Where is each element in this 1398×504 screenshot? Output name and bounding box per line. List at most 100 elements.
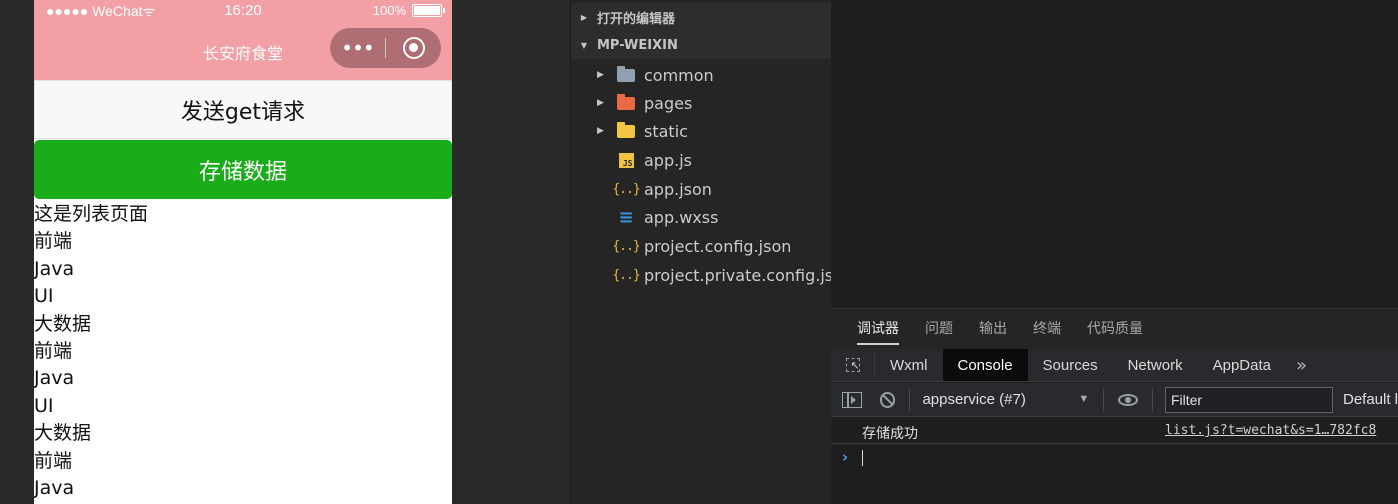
battery-icon — [412, 4, 445, 17]
tab-output[interactable]: 输出 — [979, 309, 1007, 349]
log-levels-dropdown[interactable]: Default l — [1343, 391, 1398, 408]
console-prompt[interactable]: › — [831, 445, 1398, 471]
tab-terminal[interactable]: 终端 — [1033, 309, 1061, 349]
course-list: 这是列表页面 前端 Java UI 大数据 前端 Java UI 大数据 前端 … — [34, 201, 452, 502]
js-file-icon: JS — [616, 151, 636, 169]
store-data-button[interactable]: 存储数据 — [34, 140, 452, 199]
status-bar: ●●●●● WeChatᯤ 16:20 100% — [34, 0, 452, 22]
clear-console-icon[interactable] — [879, 391, 896, 408]
tab-console[interactable]: Console — [942, 349, 1028, 381]
list-item: 前端 — [34, 449, 73, 472]
css-file-icon: ≡ — [618, 206, 634, 228]
tree-item-project-private-config[interactable]: {..} project.private.config.js... — [571, 261, 848, 289]
json-file-icon: {..} — [612, 238, 640, 254]
tab-sources[interactable]: Sources — [1028, 349, 1113, 381]
show-sidebar-icon[interactable] — [842, 391, 862, 408]
list-item: UI — [34, 285, 54, 308]
more-tabs-icon[interactable]: » — [1286, 349, 1317, 381]
tree-item-common[interactable]: ▶ common — [571, 61, 832, 89]
send-get-request-button[interactable]: 发送get请求 — [34, 80, 452, 139]
tab-code-quality[interactable]: 代码质量 — [1087, 309, 1143, 349]
toolbar-divider — [909, 388, 911, 411]
tree-item-label: pages — [644, 93, 693, 113]
json-file-icon: {..} — [612, 181, 640, 197]
chevron-down-icon: ▼ — [580, 40, 588, 50]
folder-icon — [616, 65, 636, 84]
json-file-icon: {..} — [612, 237, 640, 255]
list-item: 大数据 — [34, 312, 92, 335]
bottom-panel-tabs: 调试器 问题 输出 终端 代码质量 — [831, 309, 1398, 349]
list-item: UI — [34, 394, 54, 417]
inspect-element-button[interactable] — [831, 354, 875, 376]
live-expression-eye-icon[interactable] — [1118, 393, 1138, 406]
tree-item-label: app.js — [644, 150, 692, 170]
target-icon — [402, 37, 425, 59]
tree-item-label: app.wxss — [644, 207, 719, 227]
devtools-panel: 调试器 问题 输出 终端 代码质量 Wxml Console Sources N… — [831, 308, 1398, 504]
tree-item-label: common — [644, 65, 714, 85]
list-page-heading: 这是列表页面 — [34, 203, 149, 225]
project-root-section[interactable]: ▼ MP-WEIXIN — [571, 31, 832, 59]
toolbar-divider — [1152, 388, 1153, 411]
simulator-left-margin — [0, 0, 34, 504]
tab-problems[interactable]: 问题 — [925, 309, 953, 349]
more-icon[interactable]: ••• — [330, 36, 385, 60]
file-explorer: ▶ 打开的编辑器 ▼ MP-WEIXIN ▶ common ▶ pages ▶ … — [570, 0, 848, 504]
tab-appdata[interactable]: AppData — [1198, 349, 1286, 381]
tree-item-label: app.json — [644, 179, 712, 199]
css-file-icon: ≡ — [616, 206, 636, 228]
console-toolbar: appservice (#7) ▼ Default l — [831, 383, 1398, 417]
list-item: 大数据 — [34, 422, 92, 445]
log-message: 存储成功 — [862, 426, 918, 442]
prompt-chevron-icon: › — [842, 448, 849, 466]
devtools-panel-tabs: Wxml Console Sources Network AppData » — [831, 349, 1398, 382]
close-mini-program-button[interactable] — [386, 37, 441, 59]
chevron-right-icon: ▶ — [597, 70, 604, 80]
list-item: Java — [34, 476, 75, 499]
context-selector[interactable]: appservice (#7) ▼ — [922, 391, 1089, 408]
tab-network[interactable]: Network — [1113, 349, 1198, 381]
console-log-row: 存储成功 list.js?t=wechat&s=1…782fc8 — [831, 418, 1398, 444]
project-root-label: MP-WEIXIN — [597, 37, 678, 53]
log-source-link[interactable]: list.js?t=wechat&s=1…782fc8 — [1165, 423, 1376, 438]
list-item: 前端 — [34, 339, 73, 362]
folder-pages-icon — [616, 93, 636, 112]
text-caret — [862, 450, 863, 466]
battery-status: 100% — [373, 3, 445, 18]
phone-simulator: ●●●●● WeChatᯤ 16:20 100% 长安府食堂 ••• 发送get… — [34, 0, 452, 504]
folder-pages-icon — [617, 93, 635, 110]
open-editors-label: 打开的编辑器 — [597, 11, 676, 27]
dropdown-arrow-icon: ▼ — [1078, 393, 1090, 405]
tree-item-app-js[interactable]: JS app.js — [571, 146, 832, 174]
tree-item-label: project.private.config.js... — [644, 265, 849, 285]
tree-item-app-json[interactable]: {..} app.json — [571, 175, 832, 203]
tab-wxml[interactable]: Wxml — [875, 349, 943, 381]
tree-item-label: project.config.json — [644, 236, 792, 256]
folder-icon — [617, 65, 635, 82]
tree-item-label: static — [644, 121, 688, 141]
json-file-icon: {..} — [612, 180, 640, 198]
json-file-icon: {..} — [612, 266, 640, 284]
list-item: Java — [34, 367, 75, 390]
chevron-right-icon: ▶ — [580, 12, 588, 22]
tree-item-pages[interactable]: ▶ pages — [571, 89, 832, 117]
tab-debugger[interactable]: 调试器 — [857, 309, 899, 349]
tree-item-static[interactable]: ▶ static — [571, 117, 832, 145]
folder-static-icon — [616, 121, 636, 140]
simulator-right-margin — [452, 0, 570, 504]
folder-static-icon — [617, 121, 635, 138]
inspect-icon — [845, 358, 860, 372]
mini-program-capsule: ••• — [330, 28, 441, 68]
list-item: Java — [34, 257, 75, 280]
tree-item-project-config[interactable]: {..} project.config.json — [571, 232, 832, 260]
editor-area — [831, 0, 1398, 308]
console-filter-input[interactable] — [1164, 386, 1333, 413]
open-editors-section[interactable]: ▶ 打开的编辑器 — [571, 3, 832, 31]
context-selector-value: appservice (#7) — [922, 391, 1026, 408]
tree-item-app-wxss[interactable]: ≡ app.wxss — [571, 203, 832, 231]
json-file-icon: {..} — [612, 267, 640, 283]
chevron-right-icon: ▶ — [597, 98, 604, 108]
toolbar-divider — [1103, 388, 1105, 411]
list-item: 前端 — [34, 230, 73, 253]
js-file-icon: JS — [618, 152, 634, 168]
